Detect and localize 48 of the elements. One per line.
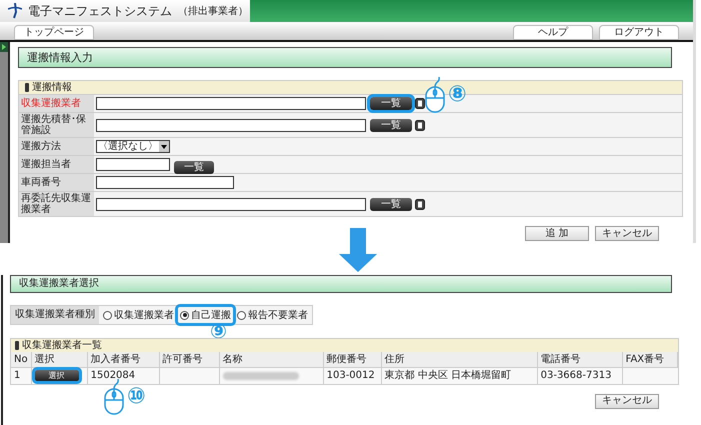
table-cell: 東京都 中央区 日本橋堀留町 [381,368,538,384]
list-button[interactable]: 一覧 [370,97,412,110]
expand-icon[interactable] [0,42,8,52]
input-field[interactable] [96,158,170,171]
document-icon[interactable] [415,198,425,210]
document-icon[interactable] [415,120,425,130]
input-field[interactable] [96,97,366,110]
table-cell: 103-0012 [323,368,382,384]
app-title: 電子マニフェストシステム [28,3,172,20]
radio-button[interactable] [180,310,189,320]
panel-title: 収集運搬業者一覧 [11,339,678,352]
dropdown[interactable]: 〈選択なし〉 [96,140,170,153]
radio-label: 自己運搬 [191,308,231,322]
logo-icon [8,3,22,19]
down-arrow-icon [339,228,377,272]
radio-label: 報告不要業者 [248,308,308,322]
page-heading: 収集運搬業者選択 [10,275,672,293]
select-button[interactable]: 選択 [34,370,79,382]
table-cell: 1 [11,368,32,384]
field-label: 運搬担当者 [19,156,94,173]
list-button[interactable]: 一覧 [174,160,214,174]
cancel-button[interactable]: キャンセル [595,394,659,408]
input-field[interactable] [96,176,234,189]
table-cell: 1502084 [87,368,160,384]
nav-tab[interactable]: トップページ [14,25,94,40]
list-button[interactable]: 一覧 [370,118,412,132]
input-field[interactable] [96,198,366,210]
radio-button[interactable] [103,310,112,320]
document-icon[interactable] [415,98,425,109]
list-button[interactable]: 一覧 [370,198,412,210]
nav-tab[interactable]: ログアウト [599,25,679,40]
step-number: ⑩ [127,386,146,408]
page-heading: 運搬情報入力 [18,47,672,68]
nav-tab[interactable]: ヘルプ [513,25,593,40]
radio-label: 収集運搬業者 [114,308,174,322]
step-number: ⑧ [448,84,467,106]
field-label: 収集運搬業者 [19,95,94,112]
add-button[interactable]: 追 加 [525,226,589,241]
field-label: 収集運搬業者種別 [11,306,99,324]
radio-button[interactable] [237,310,246,320]
field-label: 再委託先収集運搬業者 [19,192,94,216]
field-label: 運搬先積替･保管施設 [19,113,94,137]
table-cell: 03-3668-7313 [537,368,622,384]
input-field[interactable] [96,118,366,132]
app-subtitle: （排出事業者） [178,4,248,18]
field-label: 運搬方法 [19,138,94,155]
cancel-button[interactable]: キャンセル [595,226,659,241]
field-label: 車両番号 [19,174,94,191]
